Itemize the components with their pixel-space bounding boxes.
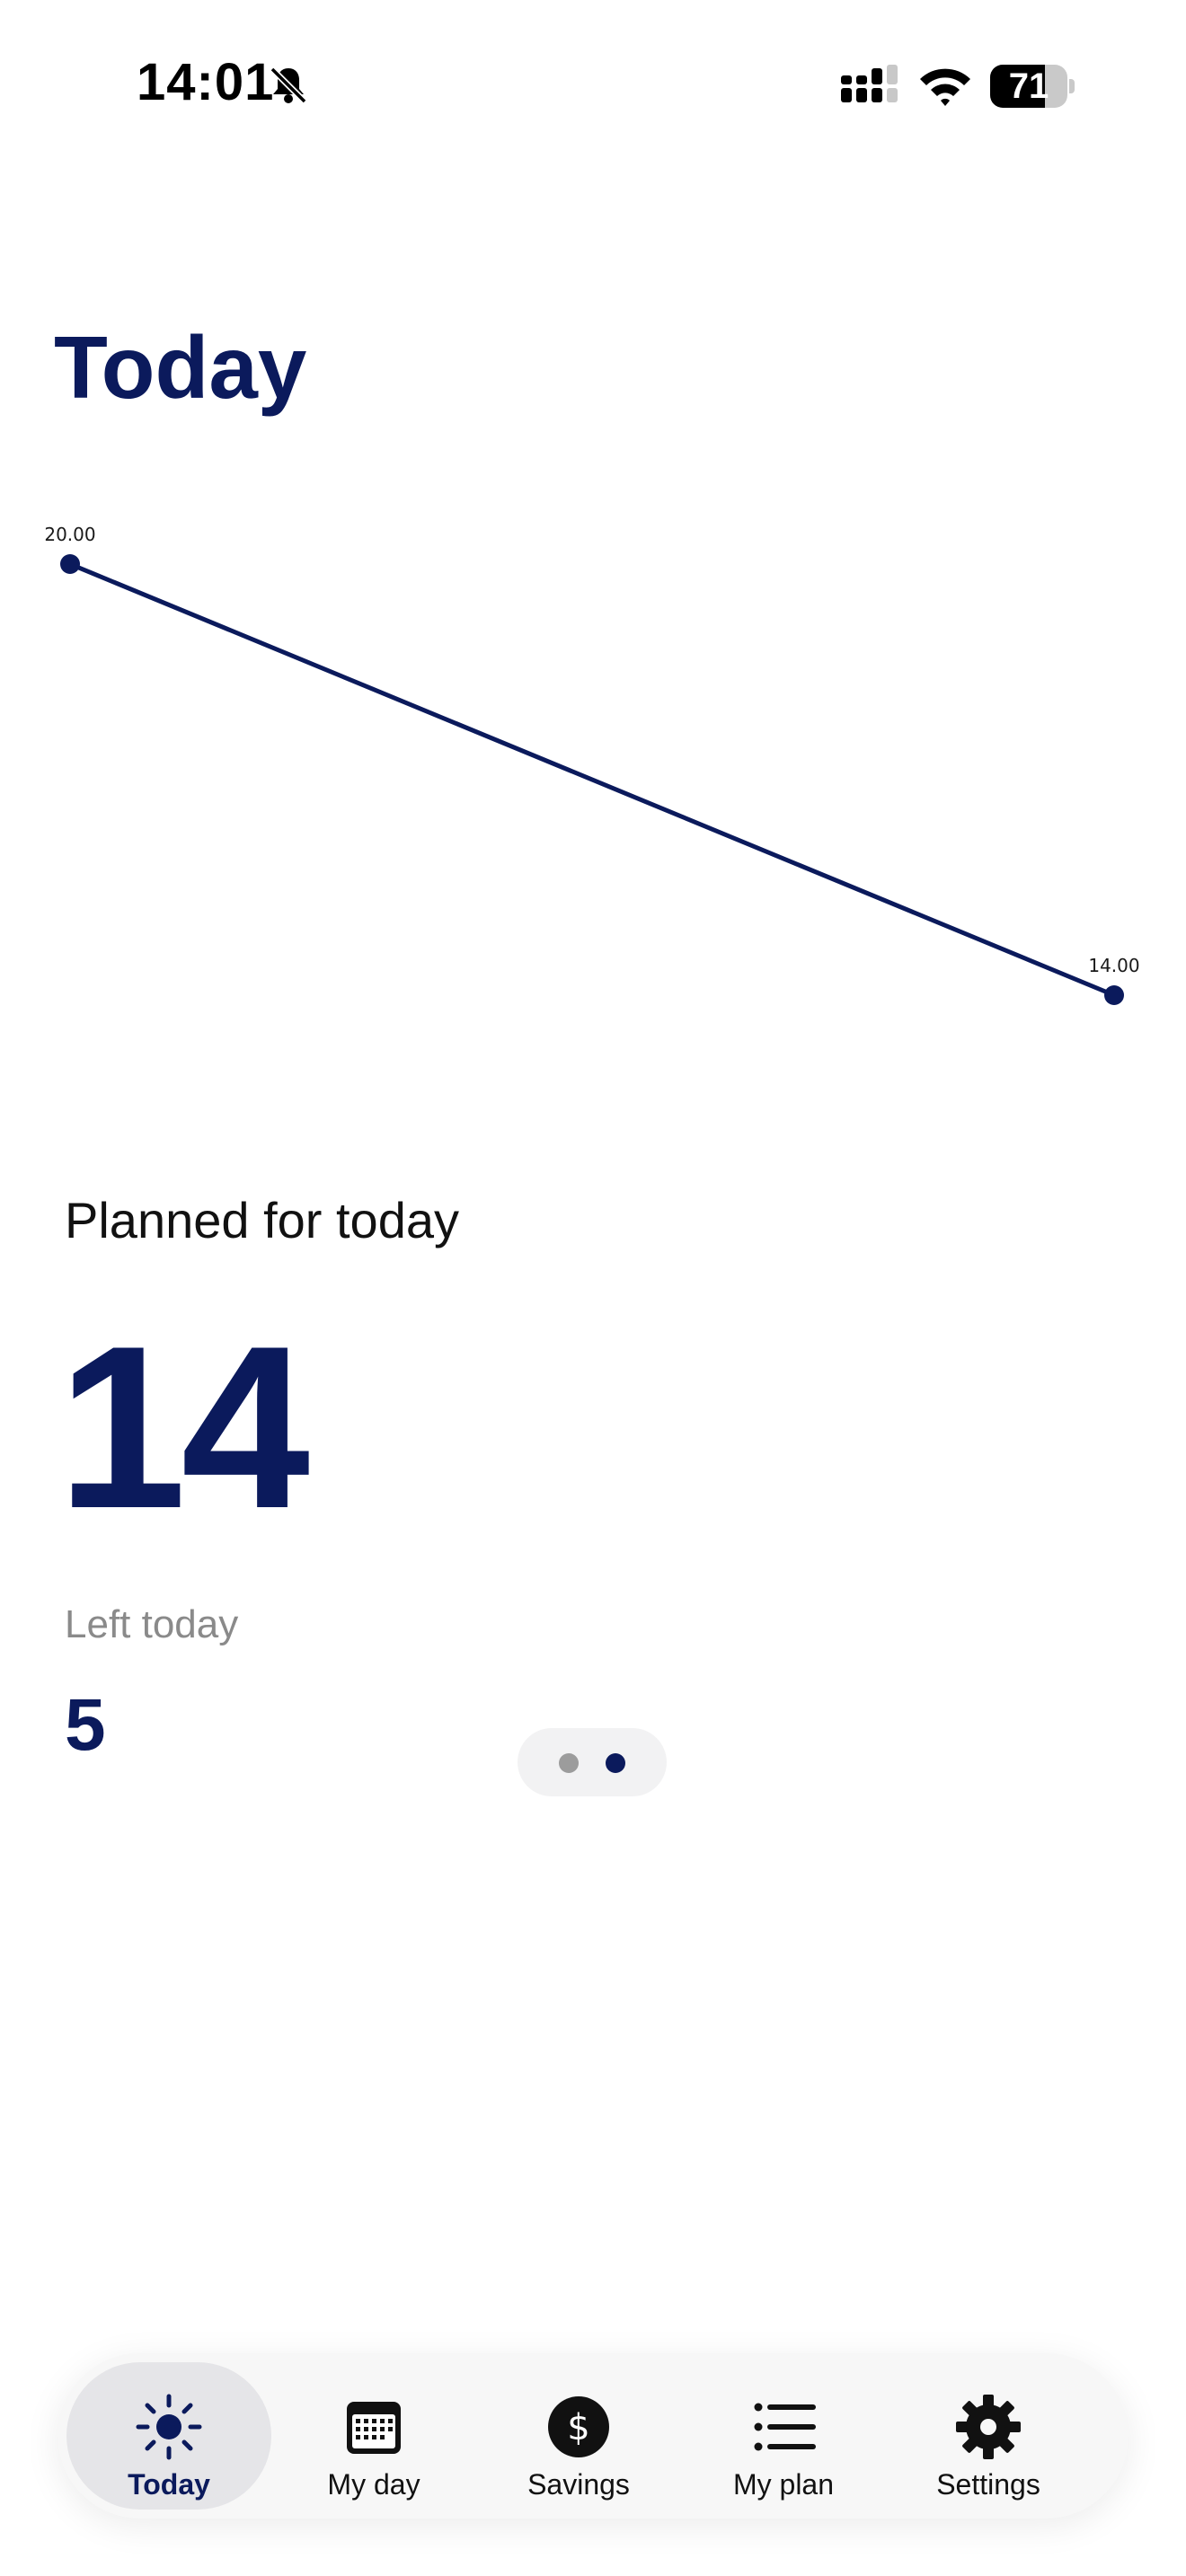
data-point (60, 554, 80, 574)
series-line (69, 561, 1115, 998)
planned-value: 14 (58, 1297, 310, 1557)
left-today-value: 5 (65, 1684, 106, 1766)
calendar-icon (347, 2402, 401, 2454)
battery-cap (1069, 79, 1075, 93)
tab-label-today: Today (128, 2468, 210, 2501)
tab-my-plan[interactable]: My plan (681, 2362, 886, 2510)
svg-text:$: $ (567, 2407, 589, 2448)
tab-label-settings: Settings (936, 2468, 1040, 2501)
data-label: 14.00 (1088, 955, 1139, 976)
tab-label-my-day: My day (327, 2468, 420, 2501)
page-dot-2[interactable] (606, 1753, 625, 1773)
sun-icon (136, 2394, 202, 2460)
page-indicator[interactable] (518, 1728, 667, 1796)
status-bar: 14:01 71 (0, 0, 1186, 171)
left-today-label: Left today (65, 1602, 239, 1646)
tab-settings[interactable]: Settings (886, 2362, 1091, 2510)
planned-label: Planned for today (65, 1192, 459, 1248)
page-title: Today (54, 318, 307, 417)
tab-my-day[interactable]: My day (271, 2362, 476, 2510)
tab-label-savings: Savings (527, 2468, 630, 2501)
tab-savings[interactable]: $ Savings (476, 2362, 681, 2510)
battery-level: 71 (1008, 66, 1049, 106)
data-label: 20.00 (44, 524, 95, 545)
page-dot-1[interactable] (559, 1753, 579, 1773)
status-time: 14:01 (137, 53, 275, 111)
line-chart: 20.00 14.00 (44, 524, 1140, 1005)
cellular-signal-icon (841, 65, 898, 102)
tab-today[interactable]: Today (66, 2362, 271, 2510)
gear-icon (956, 2395, 1021, 2459)
data-point (1104, 985, 1124, 1005)
wifi-icon (920, 68, 970, 106)
bell-slash-icon (270, 66, 307, 104)
tab-bar: Today My day $ Savings My plan Settings (58, 2353, 1128, 2519)
battery-indicator: 71 (990, 65, 1076, 108)
tab-label-my-plan: My plan (732, 2468, 835, 2501)
dollar-icon: $ (548, 2396, 609, 2457)
list-icon (754, 2403, 816, 2451)
